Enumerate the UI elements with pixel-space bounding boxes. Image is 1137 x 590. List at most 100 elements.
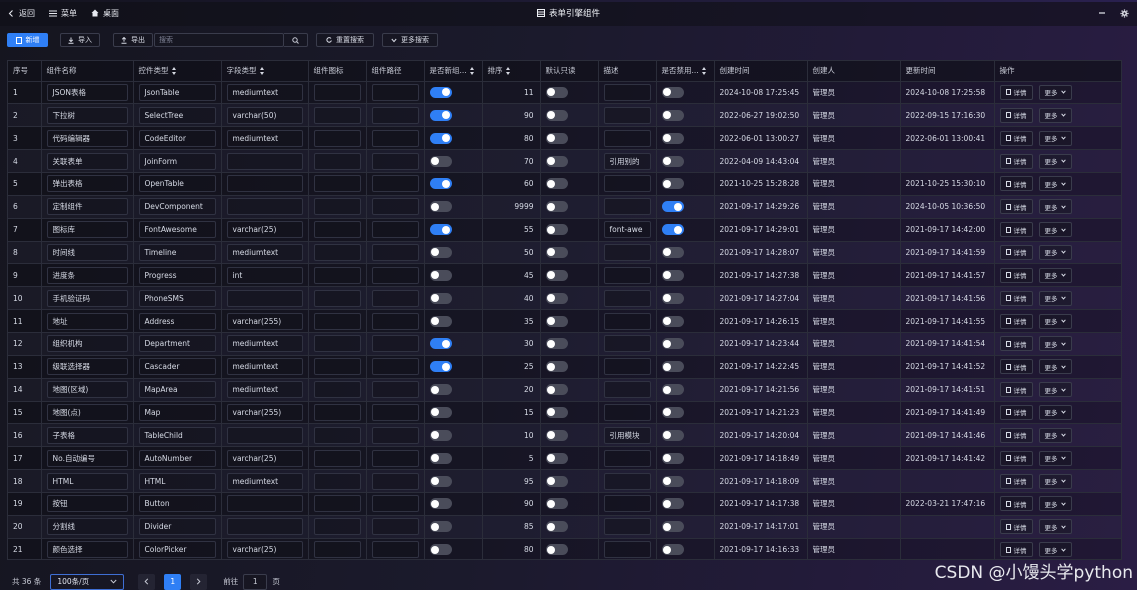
more-actions-button[interactable]: 更多 <box>1038 153 1072 169</box>
detail-button[interactable]: 详情 <box>999 404 1033 420</box>
component-icon-field[interactable] <box>313 403 361 421</box>
column-header[interactable]: 字段类型 <box>221 61 309 82</box>
control-type-field[interactable]: DevComponent <box>138 198 216 216</box>
field-type-field[interactable] <box>226 495 303 513</box>
more-actions-button[interactable]: 更多 <box>1038 313 1072 329</box>
component-name-field[interactable]: No.自动编号 <box>46 449 128 467</box>
readonly-toggle[interactable] <box>545 544 568 556</box>
detail-button[interactable]: 详情 <box>999 153 1033 169</box>
component-name-field[interactable]: 按钮 <box>46 495 128 513</box>
component-name-field[interactable]: 手机验证码 <box>46 289 128 307</box>
is-new-toggle[interactable] <box>429 452 452 464</box>
description-field[interactable]: 引用别的 <box>603 152 651 170</box>
detail-button[interactable]: 详情 <box>999 336 1033 352</box>
component-path-field[interactable] <box>371 243 419 261</box>
description-field[interactable] <box>603 518 651 536</box>
component-name-field[interactable]: 颜色选择 <box>46 541 128 559</box>
control-type-field[interactable]: JsonTable <box>138 83 216 101</box>
detail-button[interactable]: 详情 <box>999 107 1033 123</box>
disabled-toggle[interactable] <box>661 406 684 418</box>
component-icon-field[interactable] <box>313 198 361 216</box>
detail-button[interactable]: 详情 <box>999 496 1033 512</box>
more-actions-button[interactable]: 更多 <box>1038 336 1072 352</box>
description-field[interactable] <box>603 175 651 193</box>
control-type-field[interactable]: PhoneSMS <box>138 289 216 307</box>
disabled-toggle[interactable] <box>661 86 684 98</box>
component-icon-field[interactable] <box>313 175 361 193</box>
export-button[interactable]: 导出 <box>113 33 153 47</box>
is-new-toggle[interactable] <box>429 109 452 121</box>
back-button[interactable]: 返回 <box>8 8 35 19</box>
readonly-toggle[interactable] <box>545 315 568 327</box>
more-actions-button[interactable]: 更多 <box>1038 84 1072 100</box>
readonly-toggle[interactable] <box>545 521 568 533</box>
field-type-field[interactable]: mediumtext <box>226 472 303 490</box>
more-actions-button[interactable]: 更多 <box>1038 496 1072 512</box>
control-type-field[interactable]: Divider <box>138 518 216 536</box>
is-new-toggle[interactable] <box>429 384 452 396</box>
component-name-field[interactable]: 关联表单 <box>46 152 128 170</box>
disabled-toggle[interactable] <box>661 224 684 236</box>
component-path-field[interactable] <box>371 403 419 421</box>
disabled-toggle[interactable] <box>661 315 684 327</box>
description-field[interactable] <box>603 266 651 284</box>
component-icon-field[interactable] <box>313 472 361 490</box>
component-name-field[interactable]: 地址 <box>46 312 128 330</box>
readonly-toggle[interactable] <box>545 201 568 213</box>
is-new-toggle[interactable] <box>429 292 452 304</box>
description-field[interactable] <box>603 106 651 124</box>
sort-icon[interactable] <box>259 67 265 75</box>
field-type-field[interactable] <box>226 198 303 216</box>
field-type-field[interactable] <box>226 152 303 170</box>
readonly-toggle[interactable] <box>545 246 568 258</box>
readonly-toggle[interactable] <box>545 384 568 396</box>
control-type-field[interactable]: MapArea <box>138 381 216 399</box>
component-icon-field[interactable] <box>313 243 361 261</box>
field-type-field[interactable]: mediumtext <box>226 335 303 353</box>
component-name-field[interactable]: 分割线 <box>46 518 128 536</box>
field-type-field[interactable] <box>226 518 303 536</box>
component-name-field[interactable]: 弹出表格 <box>46 175 128 193</box>
component-icon-field[interactable] <box>313 152 361 170</box>
page-size-select[interactable]: 100条/页 <box>50 573 125 590</box>
more-actions-button[interactable]: 更多 <box>1038 244 1072 260</box>
description-field[interactable] <box>603 381 651 399</box>
readonly-toggle[interactable] <box>545 406 568 418</box>
field-type-field[interactable] <box>226 426 303 444</box>
sort-icon[interactable] <box>469 67 475 75</box>
disabled-toggle[interactable] <box>661 109 684 121</box>
component-icon-field[interactable] <box>313 312 361 330</box>
component-icon-field[interactable] <box>313 83 361 101</box>
component-icon-field[interactable] <box>313 106 361 124</box>
control-type-field[interactable]: ColorPicker <box>138 541 216 559</box>
more-actions-button[interactable]: 更多 <box>1038 176 1072 192</box>
more-actions-button[interactable]: 更多 <box>1038 473 1072 489</box>
component-name-field[interactable]: 地图(区域) <box>46 381 128 399</box>
field-type-field[interactable] <box>226 289 303 307</box>
import-button[interactable]: 导入 <box>60 33 100 47</box>
component-icon-field[interactable] <box>313 266 361 284</box>
field-type-field[interactable]: varchar(255) <box>226 312 303 330</box>
detail-button[interactable]: 详情 <box>999 519 1033 535</box>
readonly-toggle[interactable] <box>545 475 568 487</box>
component-icon-field[interactable] <box>313 129 361 147</box>
field-type-field[interactable]: int <box>226 266 303 284</box>
description-field[interactable] <box>603 83 651 101</box>
disabled-toggle[interactable] <box>661 155 684 167</box>
field-type-field[interactable]: mediumtext <box>226 381 303 399</box>
readonly-toggle[interactable] <box>545 178 568 190</box>
disabled-toggle[interactable] <box>661 292 684 304</box>
control-type-field[interactable]: SelectTree <box>138 106 216 124</box>
prev-page-button[interactable] <box>138 573 156 590</box>
detail-button[interactable]: 详情 <box>999 222 1033 238</box>
detail-button[interactable]: 详情 <box>999 359 1033 375</box>
is-new-toggle[interactable] <box>429 86 452 98</box>
disabled-toggle[interactable] <box>661 178 684 190</box>
component-icon-field[interactable] <box>313 289 361 307</box>
is-new-toggle[interactable] <box>429 475 452 487</box>
detail-button[interactable]: 详情 <box>999 313 1033 329</box>
description-field[interactable] <box>603 335 651 353</box>
control-type-field[interactable]: Button <box>138 495 216 513</box>
component-path-field[interactable] <box>371 312 419 330</box>
disabled-toggle[interactable] <box>661 452 684 464</box>
